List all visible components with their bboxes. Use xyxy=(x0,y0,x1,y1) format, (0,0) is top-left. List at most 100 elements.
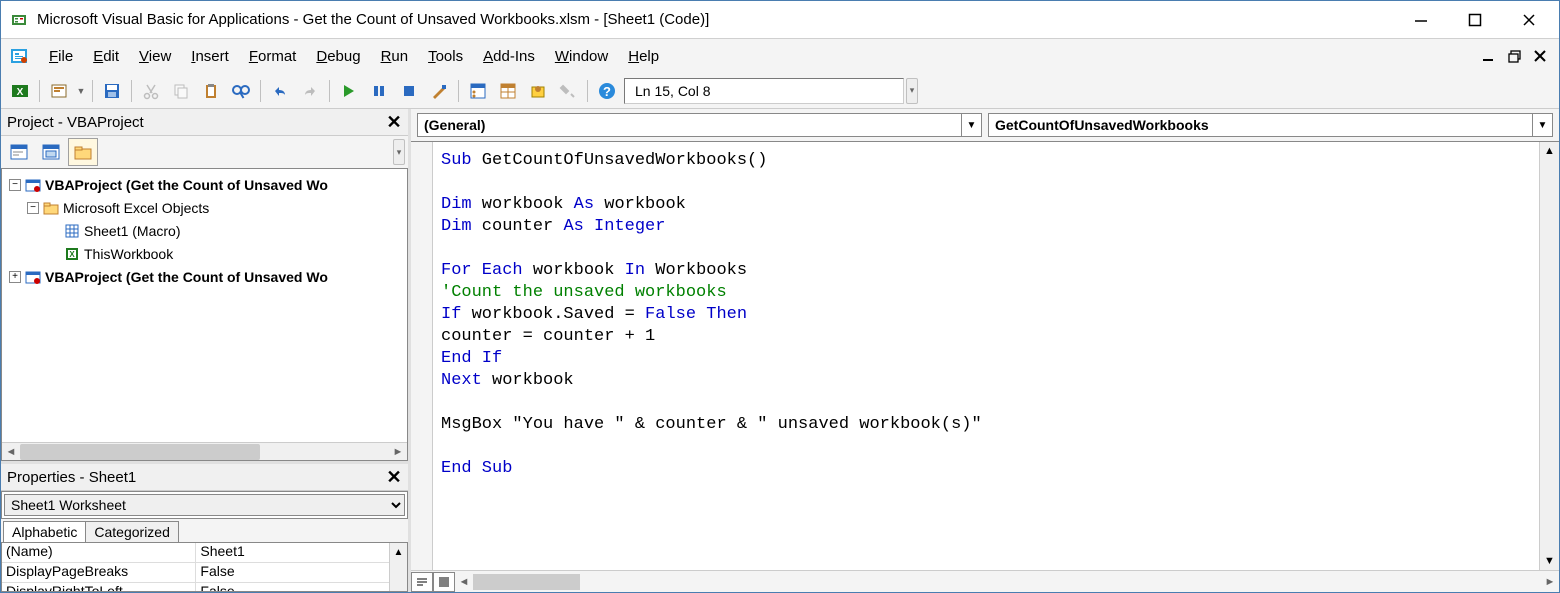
mdi-close-button[interactable] xyxy=(1531,47,1549,65)
property-name: DisplayRightToLeft xyxy=(2,583,196,591)
scroll-up-icon[interactable]: ▲ xyxy=(1540,142,1559,160)
tab-categorized[interactable]: Categorized xyxy=(85,521,179,542)
procedure-dropdown[interactable]: GetCountOfUnsavedWorkbooks ▼ xyxy=(988,113,1553,137)
break-button[interactable] xyxy=(366,78,392,104)
property-value[interactable]: False xyxy=(196,563,407,582)
menu-insert[interactable]: Insert xyxy=(181,44,239,69)
workbook-icon: X xyxy=(63,246,81,262)
menu-view[interactable]: View xyxy=(129,44,181,69)
code-editor[interactable]: Sub GetCountOfUnsavedWorkbooks() Dim wor… xyxy=(433,142,1539,570)
property-value[interactable]: False xyxy=(196,583,407,591)
save-button[interactable] xyxy=(99,78,125,104)
scroll-down-icon[interactable]: ▼ xyxy=(1540,552,1559,570)
maximize-button[interactable] xyxy=(1465,10,1485,30)
tree-label: ThisWorkbook xyxy=(84,246,173,262)
menu-tools[interactable]: Tools xyxy=(418,44,473,69)
title-bar: Microsoft Visual Basic for Applications … xyxy=(1,1,1559,39)
tree-label: Sheet1 (Macro) xyxy=(84,223,180,239)
menu-edit[interactable]: Edit xyxy=(83,44,129,69)
redo-button[interactable] xyxy=(297,78,323,104)
insert-dropdown[interactable]: ▼ xyxy=(76,86,86,96)
paste-button[interactable] xyxy=(198,78,224,104)
menu-file[interactable]: File xyxy=(39,44,83,69)
project-tree[interactable]: − VBAProject (Get the Count of Unsaved W… xyxy=(1,168,408,461)
tree-row-vbaproject-2[interactable]: + VBAProject (Get the Count of Unsaved W… xyxy=(4,265,405,288)
chevron-down-icon: ▼ xyxy=(961,114,981,136)
project-explorer-button[interactable] xyxy=(465,78,491,104)
menu-help[interactable]: Help xyxy=(618,44,669,69)
project-explorer-toolbar: ▾ xyxy=(1,136,408,168)
code-vertical-scrollbar[interactable]: ▲ ▼ xyxy=(1539,142,1559,570)
scroll-left-icon[interactable]: ◄ xyxy=(2,443,20,461)
design-mode-button[interactable] xyxy=(426,78,452,104)
toolbar-overflow[interactable]: ▾ xyxy=(906,78,918,104)
property-value[interactable]: Sheet1 xyxy=(196,543,407,562)
expand-icon[interactable]: + xyxy=(9,271,21,283)
folder-icon xyxy=(42,201,60,215)
tree-horizontal-scrollbar[interactable]: ◄ ► xyxy=(2,442,407,460)
svg-text:?: ? xyxy=(603,84,611,99)
toolbox-button[interactable] xyxy=(555,78,581,104)
project-explorer-header: Project - VBAProject ✕ xyxy=(1,109,408,136)
svg-text:X: X xyxy=(17,87,24,98)
menu-bar: FileEditViewInsertFormatDebugRunToolsAdd… xyxy=(1,39,1559,73)
insert-button[interactable] xyxy=(46,78,72,104)
collapse-icon[interactable]: − xyxy=(9,179,21,191)
scroll-right-icon[interactable]: ► xyxy=(1541,573,1559,591)
procedure-dropdown-label: GetCountOfUnsavedWorkbooks xyxy=(989,117,1532,133)
minimize-button[interactable] xyxy=(1411,10,1431,30)
code-horizontal-scrollbar[interactable]: ◄ ► xyxy=(455,573,1559,591)
reset-button[interactable] xyxy=(396,78,422,104)
full-module-view-button[interactable] xyxy=(433,572,455,592)
property-row[interactable]: (Name)Sheet1 xyxy=(2,543,407,563)
mdi-restore-button[interactable] xyxy=(1505,47,1523,65)
menu-run[interactable]: Run xyxy=(371,44,419,69)
mdi-minimize-button[interactable] xyxy=(1479,47,1497,65)
tree-row-sheet1[interactable]: Sheet1 (Macro) xyxy=(4,219,405,242)
close-button[interactable] xyxy=(1519,10,1539,30)
object-browser-button[interactable] xyxy=(525,78,551,104)
copy-button[interactable] xyxy=(168,78,194,104)
tree-row-thisworkbook[interactable]: X ThisWorkbook xyxy=(4,242,405,265)
vba-menu-icon[interactable] xyxy=(7,44,31,68)
properties-scrollbar[interactable]: ▲ xyxy=(389,543,407,591)
code-margin xyxy=(411,142,433,570)
menu-debug[interactable]: Debug xyxy=(306,44,370,69)
tree-row-excel-objects[interactable]: − Microsoft Excel Objects xyxy=(4,196,405,219)
properties-header: Properties - Sheet1 ✕ xyxy=(1,464,408,491)
property-row[interactable]: DisplayRightToLeftFalse xyxy=(2,583,407,591)
properties-close-button[interactable]: ✕ xyxy=(384,467,404,487)
property-name: (Name) xyxy=(2,543,196,562)
procedure-view-button[interactable] xyxy=(411,572,433,592)
object-dropdown[interactable]: (General) ▼ xyxy=(417,113,982,137)
property-row[interactable]: DisplayPageBreaksFalse xyxy=(2,563,407,583)
toggle-folders-button[interactable] xyxy=(68,138,98,166)
view-object-button[interactable] xyxy=(36,138,66,166)
help-button[interactable]: ? xyxy=(594,78,620,104)
scroll-right-icon[interactable]: ► xyxy=(389,443,407,461)
properties-grid[interactable]: (Name)Sheet1DisplayPageBreaksFalseDispla… xyxy=(1,542,408,592)
find-button[interactable] xyxy=(228,78,254,104)
standard-toolbar: X ▼ ? Ln 15, Col 8 ▾ xyxy=(1,73,1559,109)
menu-add-ins[interactable]: Add-Ins xyxy=(473,44,545,69)
app-icon xyxy=(9,10,29,30)
view-excel-button[interactable]: X xyxy=(7,78,33,104)
properties-object-selector[interactable]: Sheet1 Worksheet xyxy=(4,494,405,516)
view-code-button[interactable] xyxy=(4,138,34,166)
undo-button[interactable] xyxy=(267,78,293,104)
tab-alphabetic[interactable]: Alphabetic xyxy=(3,521,86,542)
collapse-icon[interactable]: − xyxy=(27,202,39,214)
properties-title: Properties - Sheet1 xyxy=(7,469,136,486)
project-icon xyxy=(24,269,42,285)
properties-window-button[interactable] xyxy=(495,78,521,104)
project-toolbar-overflow[interactable]: ▾ xyxy=(393,139,405,165)
scroll-left-icon[interactable]: ◄ xyxy=(455,573,473,591)
cut-button[interactable] xyxy=(138,78,164,104)
menu-window[interactable]: Window xyxy=(545,44,618,69)
tree-row-vbaproject-1[interactable]: − VBAProject (Get the Count of Unsaved W… xyxy=(4,173,405,196)
project-explorer-close-button[interactable]: ✕ xyxy=(384,112,404,132)
tree-label: Microsoft Excel Objects xyxy=(63,200,209,216)
mdi-controls xyxy=(1479,47,1553,65)
menu-format[interactable]: Format xyxy=(239,44,307,69)
run-button[interactable] xyxy=(336,78,362,104)
